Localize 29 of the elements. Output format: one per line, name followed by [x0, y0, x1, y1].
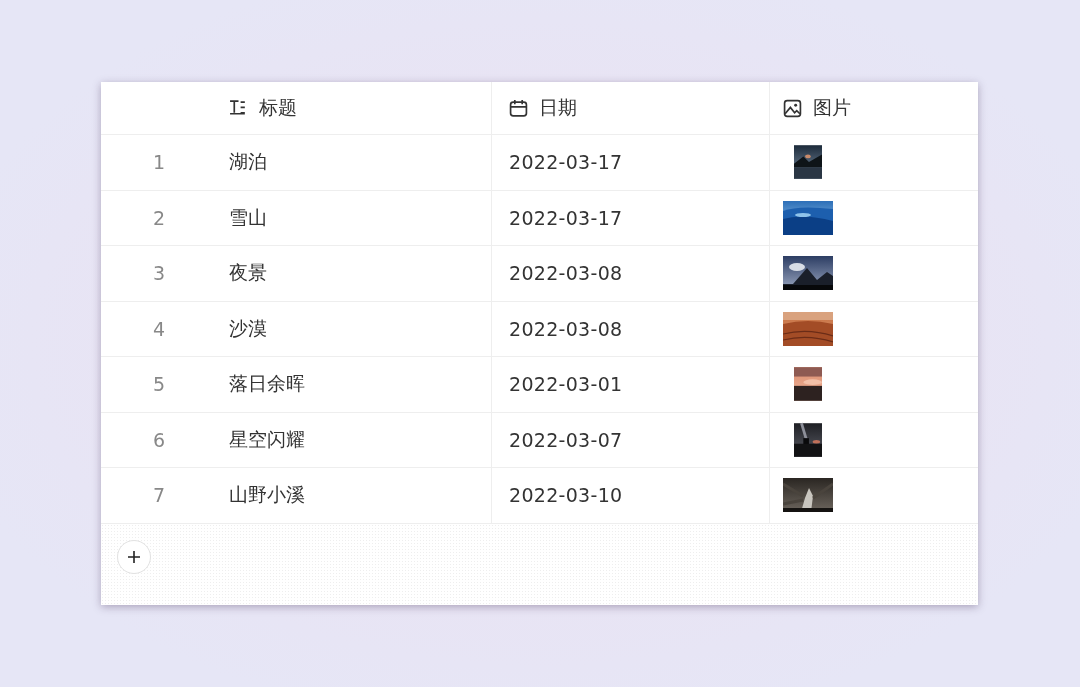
table-cell: 2022-03-08 [509, 317, 623, 340]
row-number: 4 [152, 317, 166, 340]
table-cell: 2022-03-17 [509, 151, 623, 174]
text-icon [229, 98, 248, 118]
table-cell: 2022-03-01 [509, 373, 623, 396]
table-cell: 2022-03-07 [509, 428, 623, 451]
row-number: 3 [152, 262, 166, 285]
row-number: 2 [152, 206, 166, 229]
row-number: 1 [152, 151, 166, 174]
table-cell: 2022-03-17 [509, 206, 623, 229]
row-number: 7 [152, 484, 166, 507]
table-cell: 2022-03-10 [509, 484, 623, 507]
column-header[interactable]: 日期 [491, 82, 769, 135]
add-row-button[interactable] [117, 539, 151, 574]
table-cell-text: 湖泊 [229, 149, 267, 175]
row-number: 5 [152, 373, 166, 396]
column-header[interactable]: 图片 [769, 82, 978, 135]
table-cell-text: 雪山 [229, 204, 267, 230]
table-cell-text: 沙漠 [229, 315, 267, 341]
table-cell-text: 夜景 [229, 260, 267, 286]
table-cell: 2022-03-08 [509, 262, 623, 285]
calendar-icon [509, 98, 528, 118]
row-number: 6 [152, 428, 166, 451]
table-cell-text: 山野小溪 [229, 482, 305, 508]
plus-icon [127, 549, 141, 564]
image-icon [783, 98, 802, 118]
table-cell-text: 落日余晖 [229, 371, 305, 397]
column-header[interactable]: 标题 [215, 82, 491, 135]
table-cell-text: 星空闪耀 [229, 426, 305, 452]
